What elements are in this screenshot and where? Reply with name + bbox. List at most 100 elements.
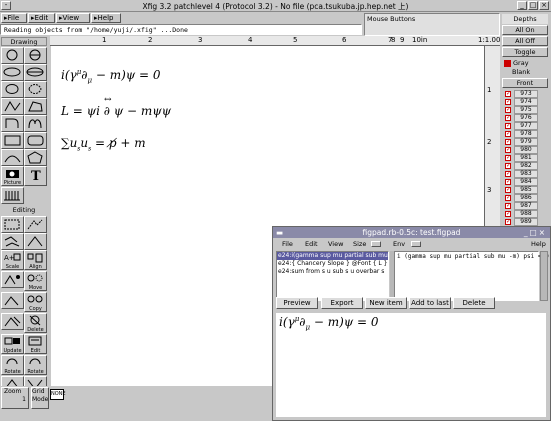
figpad-source-editor[interactable]: i (gamma sup mu partial sub mu -m) psi =… [394,251,549,301]
closed-approx-spline-button[interactable] [24,81,47,98]
check-icon[interactable]: ✓ [505,171,511,177]
glue-button[interactable] [1,216,24,233]
check-icon[interactable]: ✓ [505,195,511,201]
add-to-last-button[interactable]: Add to last [409,297,451,309]
toggle-button[interactable]: Toggle [502,47,548,57]
figpad-menu-icon[interactable]: ▬ [276,227,283,238]
check-icon[interactable]: ✓ [505,155,511,161]
check-icon[interactable]: ✓ [505,203,511,209]
check-icon[interactable]: ✓ [505,187,511,193]
depth-item[interactable]: ✓ 975 [504,106,548,114]
check-icon[interactable]: ✓ [505,219,511,225]
preview-button[interactable]: Preview [276,297,318,309]
grid-none-indicator[interactable]: NONE [50,389,66,400]
horizontal-ruler[interactable]: 1 2 3 4 5 6 7 8 9 10in 1:1.00 [50,36,500,46]
depth-item[interactable]: ✓ 985 [504,186,548,194]
closed-spline-button[interactable] [1,81,24,98]
arc-spline-button[interactable] [1,149,24,166]
minimize-button[interactable]: _ [517,1,527,10]
delete-item-button[interactable]: Delete [453,297,495,309]
update-button[interactable]: Update [1,334,24,354]
figpad-menu-size[interactable]: Size [353,240,366,248]
open-compound-button[interactable] [1,233,24,250]
polygon-button[interactable] [24,98,47,115]
library-button[interactable] [1,187,24,204]
open-spline-button[interactable] [24,115,47,132]
front-button[interactable]: Front [502,78,548,88]
depth-item[interactable]: ✓ 979 [504,138,548,146]
list-item[interactable]: e24:i(gamma sup mu partial sub mu [277,252,388,260]
depth-item[interactable]: ✓ 986 [504,194,548,202]
depth-item[interactable]: ✓ 983 [504,170,548,178]
depth-item[interactable]: ✓ 976 [504,114,548,122]
close-button[interactable]: × [539,1,549,10]
picture-button[interactable]: Picture [1,166,24,186]
all-off-button[interactable]: All Off [502,36,548,46]
list-item[interactable]: e24:sum from s u sub s u overbar s [277,268,388,276]
edit-button[interactable]: Edit [24,334,47,354]
check-icon[interactable]: ✓ [505,91,511,97]
grid-mode-button[interactable]: Grid Mode [31,387,49,409]
export-button[interactable]: Export [321,297,363,309]
list-item[interactable]: e24:{ Chancery Slope } @Font { L } [277,260,388,268]
rotate-cw-button[interactable]: Rotate [1,355,24,375]
ellipse-radius-button[interactable] [1,64,24,81]
size-dropdown-icon[interactable] [371,241,381,247]
delete-button[interactable]: Delete [24,313,47,333]
break-button[interactable] [24,216,47,233]
check-icon[interactable]: ✓ [505,211,511,217]
move-button[interactable]: Move [24,271,47,291]
ellipse-diameter-button[interactable] [24,64,47,81]
menu-edit[interactable]: ▸Edit [28,13,55,23]
depth-item[interactable]: ✓ 989 [504,218,548,226]
figpad-item-list[interactable]: e24:i(gamma sup mu partial sub mu e24:{ … [276,251,389,301]
figpad-window-controls[interactable]: _□× [524,227,547,238]
depth-item[interactable]: ✓ 988 [504,210,548,218]
maximize-button[interactable]: □ [528,1,538,10]
depth-item[interactable]: ✓ 981 [504,154,548,162]
delete-point-button[interactable] [1,313,24,330]
depth-item[interactable]: ✓ 978 [504,130,548,138]
new-item-button[interactable]: New item [365,297,407,309]
figpad-menu-help[interactable]: Help [531,240,546,248]
depth-item[interactable]: ✓ 977 [504,122,548,130]
check-icon[interactable]: ✓ [505,123,511,129]
blank-label[interactable]: Blank [512,67,530,77]
zoom-button[interactable]: Zoom 1 [1,387,29,409]
scale-button[interactable]: A+ Scale [1,250,24,270]
all-on-button[interactable]: All On [502,25,548,35]
depth-item[interactable]: ✓ 987 [504,202,548,210]
check-icon[interactable]: ✓ [505,147,511,153]
arc-button[interactable] [1,115,24,132]
check-icon[interactable]: ✓ [505,139,511,145]
figpad-menu-view[interactable]: View [328,240,343,248]
rounded-box-button[interactable] [24,132,47,149]
polyline-button[interactable] [1,98,24,115]
equation-sum[interactable]: ∑usus = p̸ + m [61,136,146,152]
check-icon[interactable]: ✓ [505,99,511,105]
figpad-menu-edit[interactable]: Edit [305,240,318,248]
depth-item[interactable]: ✓ 973 [504,90,548,98]
circle-diameter-button[interactable] [24,47,47,64]
regular-polygon-button[interactable] [24,149,47,166]
align-button[interactable]: Align [24,250,47,270]
figpad-menu-file[interactable]: File [282,240,293,248]
copy-button[interactable]: Copy [24,292,47,312]
menu-help[interactable]: ▸Help [91,13,121,23]
depth-item[interactable]: ✓ 982 [504,162,548,170]
depth-item[interactable]: ✓ 984 [504,178,548,186]
check-icon[interactable]: ✓ [505,115,511,121]
move-point-button[interactable] [1,292,24,309]
check-icon[interactable]: ✓ [505,107,511,113]
check-icon[interactable]: ✓ [505,131,511,137]
join-split-button[interactable] [24,233,47,250]
depth-item[interactable]: ✓ 974 [504,98,548,106]
circle-radius-button[interactable] [1,47,24,64]
text-button[interactable]: T [24,166,47,186]
rotate-ccw-button[interactable]: Rotate [24,355,47,375]
equation-lagrangian[interactable]: L = ψi ∂ ψ − mψψ ↔ [61,95,171,118]
box-button[interactable] [1,132,24,149]
gray-checkbox[interactable] [504,59,511,67]
check-icon[interactable]: ✓ [505,163,511,169]
depth-item[interactable]: ✓ 980 [504,146,548,154]
